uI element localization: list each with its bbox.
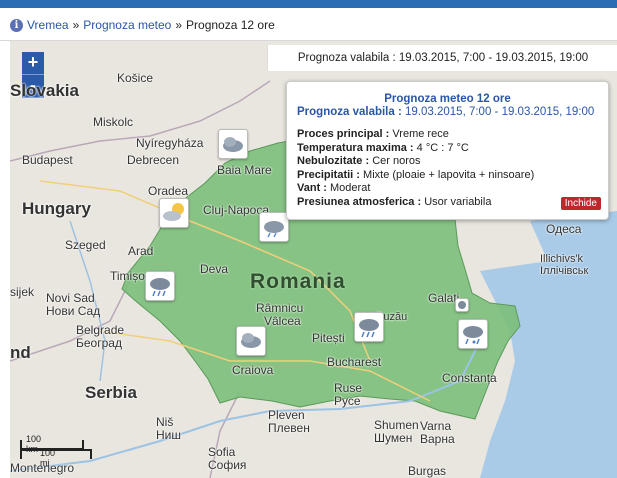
label-ruse: Ruse — [334, 381, 363, 395]
label-arad: Arad — [128, 244, 154, 258]
detail-label: Proces principal : — [297, 128, 390, 140]
info-icon: i — [10, 18, 23, 32]
breadcrumb-link-vremea[interactable]: Vremea — [27, 18, 69, 32]
popup-validity-value: 19.03.2015, 7:00 - 19.03.2015, 19:00 — [405, 106, 595, 118]
label-szeged: Szeged — [65, 238, 106, 252]
label-belgrade-cyrillic: Београд — [76, 336, 122, 350]
label-ruse-cyrillic: Русе — [334, 394, 361, 408]
label-sijek: sijek — [10, 285, 35, 299]
label-illichivsk: Illichivs'k — [540, 253, 584, 265]
detail-label: Presiunea atmosferica : — [297, 195, 422, 208]
detail-label: Temperatura maxima : — [297, 141, 414, 154]
detail-row: Temperatura maxima : 4 °C : 7 °C — [297, 142, 608, 156]
top-strip — [0, 0, 617, 8]
popup-validity: Prognoza valabila : 19.03.2015, 7:00 - 1… — [297, 106, 608, 118]
label-valcea: Vâlcea — [264, 314, 301, 328]
label-novi-sad: Novi Sad — [46, 291, 95, 305]
label-constanta: Constanța — [442, 371, 497, 385]
label-oradea: Oradea — [148, 184, 189, 198]
close-button[interactable]: Inchide — [560, 197, 601, 210]
forecast-validity-bar: Prognoza valabila : 19.03.2015, 7:00 - 1… — [267, 45, 617, 71]
label-debrecen: Debrecen — [127, 153, 180, 167]
popup-title: Prognoza meteo 12 ore — [384, 93, 511, 105]
popup-validity-label: Prognoza valabila : — [297, 106, 402, 118]
breadcrumb-separator: » — [72, 18, 80, 32]
label-belgrade: Belgrade — [76, 323, 125, 337]
label-serbia: Serbia — [85, 383, 137, 402]
detail-row: Vant : Moderat — [297, 182, 608, 196]
detail-value: Usor variabila — [424, 195, 492, 208]
label-shumen-cyrillic: Шумен — [374, 431, 413, 445]
label-varna: Varna — [420, 419, 452, 433]
label-slovakia: Slovakia — [10, 81, 79, 100]
label-land-fragment: nd — [10, 343, 31, 362]
label-sofia-cyrillic: София — [208, 458, 247, 472]
label-deva: Deva — [200, 262, 229, 276]
rain-icon[interactable] — [145, 271, 175, 301]
forecast-popup: Prognoza meteo 12 ore Prognoza valabila … — [286, 81, 609, 220]
detail-value: 4 °C : 7 °C — [416, 141, 469, 154]
rain-snow-icon[interactable] — [455, 298, 469, 312]
cloudy-icon[interactable] — [218, 129, 248, 159]
label-novi-sad-cyrillic: Нови Сад — [46, 304, 101, 318]
label-pitesti: Pitești — [312, 331, 345, 345]
detail-value: Moderat — [330, 182, 371, 194]
label-kosice: Košice — [117, 71, 154, 85]
label-bucharest: Bucharest — [327, 355, 382, 369]
cloudy-icon[interactable] — [259, 212, 289, 242]
detail-value: Cer noros — [372, 155, 421, 167]
breadcrumb-separator: » — [175, 18, 183, 32]
rain-snow-icon[interactable] — [458, 319, 488, 349]
label-pleven-cyrillic: Плевен — [268, 421, 310, 435]
scale-bar-mi — [20, 449, 92, 459]
scale-mi-label: 100 mi — [40, 448, 56, 468]
detail-label: Vant : — [297, 182, 327, 194]
detail-row: Precipitatii : Mixte (ploaie + lapovita … — [297, 169, 608, 183]
detail-row: Proces principal : Vreme rece — [297, 128, 608, 142]
label-sofia: Sofia — [208, 445, 236, 459]
detail-value: Mixte (ploaie + lapovita + ninsoare) — [363, 168, 535, 181]
breadcrumb-current: Prognoza 12 ore — [186, 18, 275, 32]
cloudy-icon[interactable] — [236, 326, 266, 356]
detail-label: Nebulozitate : — [297, 155, 370, 167]
label-baia-mare: Baia Mare — [217, 163, 272, 177]
weather-map[interactable]: + - Slovakia Košice Miskolc Nyíregyháza … — [10, 41, 617, 478]
label-nis: Niš — [156, 415, 174, 429]
label-nyiregyhaza: Nyíregyháza — [136, 136, 204, 150]
breadcrumb-bar: i Vremea » Prognoza meteo » Prognoza 12 … — [0, 8, 617, 41]
label-odesa: Одеса — [546, 222, 582, 236]
label-romania: Romania — [250, 270, 346, 293]
label-nis-cyrillic: Ниш — [156, 428, 181, 442]
label-shumen: Shumen — [374, 418, 419, 432]
label-hungary: Hungary — [22, 199, 91, 218]
label-budapest: Budapest — [22, 153, 73, 167]
label-miskolc: Miskolc — [93, 115, 134, 129]
breadcrumb: i Vremea » Prognoza meteo » Prognoza 12 … — [10, 18, 275, 32]
breadcrumb-link-prognoza-meteo[interactable]: Prognoza meteo — [83, 18, 171, 32]
label-burgas: Burgas — [408, 464, 447, 478]
label-craiova: Craiova — [232, 363, 274, 377]
detail-label: Precipitatii : — [297, 168, 360, 181]
label-illichivsk-cyrillic: Іллічівськ — [540, 265, 589, 277]
partly-sunny-icon[interactable] — [159, 198, 189, 228]
zoom-in-button[interactable]: + — [22, 52, 44, 75]
label-pleven: Pleven — [268, 408, 305, 422]
label-varna-cyrillic: Варна — [420, 432, 455, 446]
detail-value: Vreme rece — [392, 128, 449, 140]
label-ramnicu: Râmnicu — [256, 301, 304, 315]
rain-icon[interactable] — [354, 312, 384, 342]
detail-row: Nebulozitate : Cer noros — [297, 155, 608, 169]
